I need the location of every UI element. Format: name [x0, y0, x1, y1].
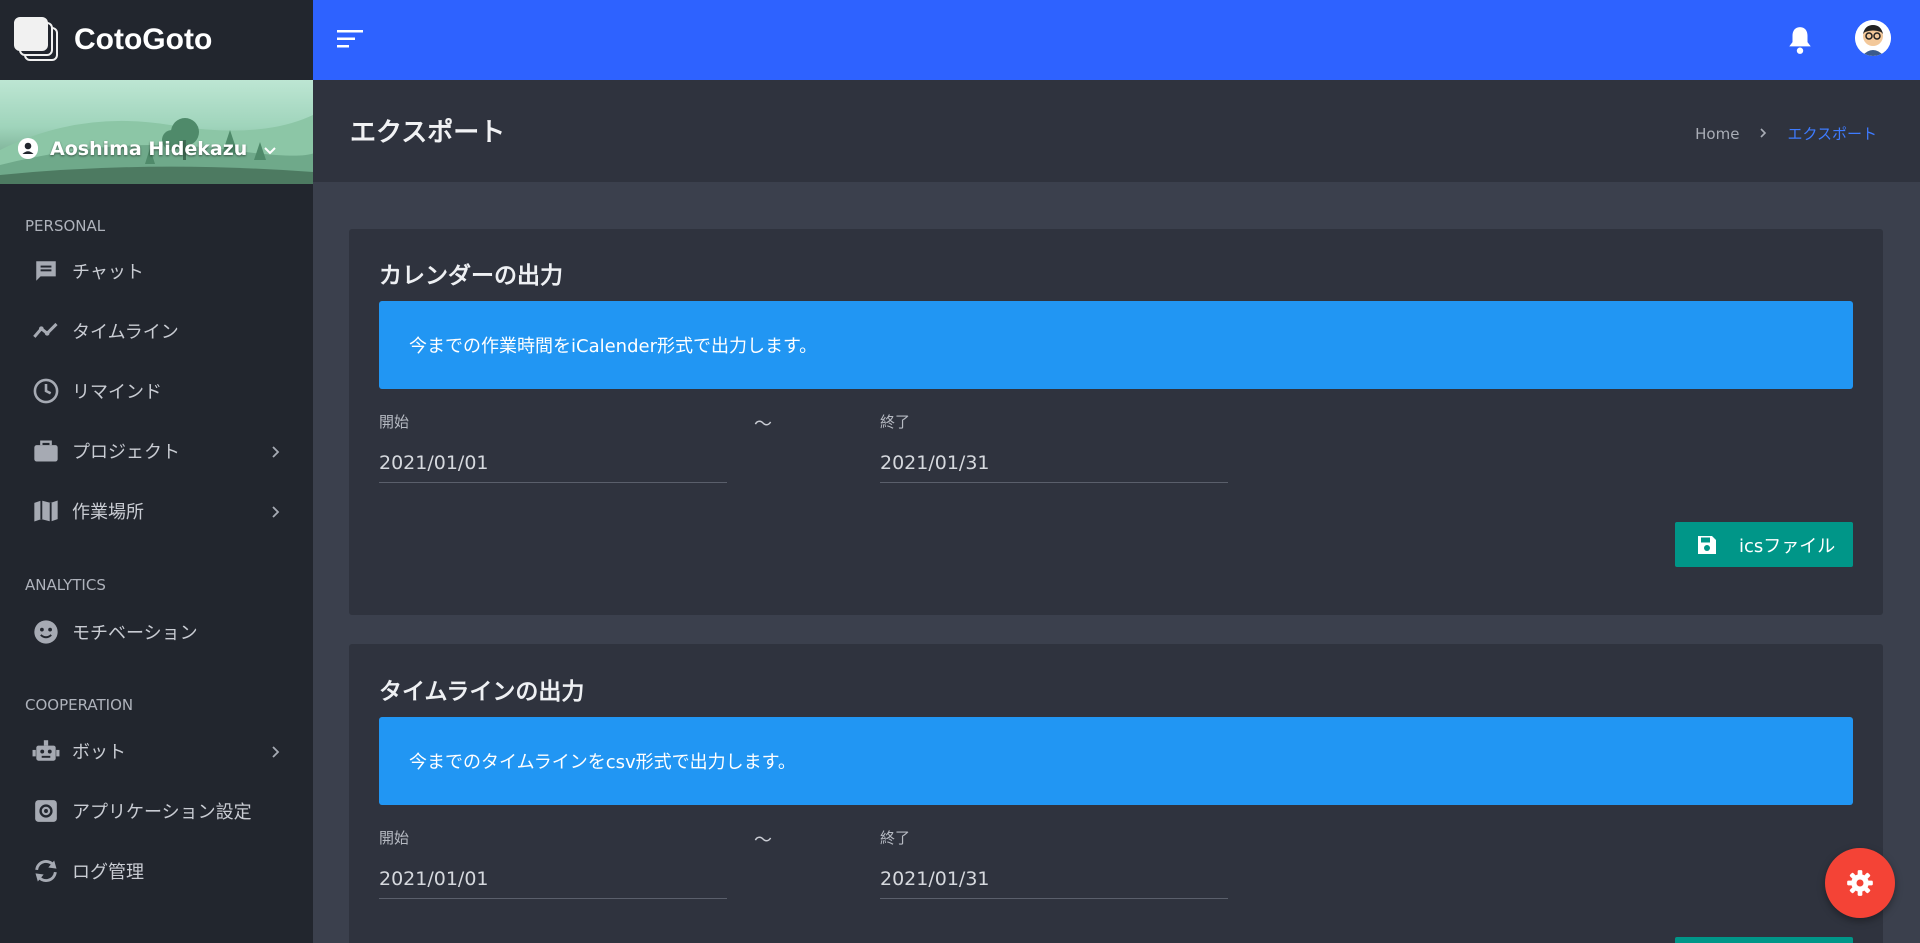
info-alert: 今までの作業時間をiCalender形式で出力します。	[379, 301, 1853, 389]
range-separator: 〜	[754, 830, 772, 851]
nav-section-cooperation: COOPERATION	[25, 696, 134, 714]
topbar	[313, 0, 1920, 80]
robot-icon	[32, 737, 60, 765]
user-name: Aoshima Hidekazu	[50, 138, 248, 160]
start-date-input[interactable]	[379, 443, 727, 483]
sidebar-item-remind[interactable]: リマインド	[0, 367, 313, 415]
sidebar-item-app-settings[interactable]: アプリケーション設定	[0, 787, 313, 835]
avatar[interactable]	[1855, 20, 1891, 56]
start-date-input[interactable]	[379, 859, 727, 899]
calendar-export-card: カレンダーの出力 今までの作業時間をiCalender形式で出力します。 開始 …	[349, 229, 1883, 615]
sidebar-item-label: ログ管理	[72, 862, 144, 883]
app-name: CotoGoto	[74, 23, 213, 56]
start-date-label: 開始	[379, 413, 410, 431]
sidebar-item-label: タイムライン	[72, 322, 179, 343]
nav-section-analytics: ANALYTICS	[25, 576, 106, 594]
nav-section-personal: PERSONAL	[25, 217, 106, 235]
sidebar-item-project[interactable]: プロジェクト	[0, 427, 313, 475]
chevron-right-icon	[268, 444, 282, 463]
card-title: タイムラインの出力	[379, 679, 585, 705]
end-date-input[interactable]	[880, 443, 1228, 483]
chevron-right-icon	[268, 504, 282, 523]
clock-icon	[32, 377, 60, 405]
sidebar: CotoGoto Aoshima Hidekazu PERSONAL チャット …	[0, 0, 313, 943]
card-title: カレンダーの出力	[379, 263, 563, 289]
landscape-illustration	[0, 115, 313, 184]
save-icon	[1697, 535, 1717, 555]
chevron-right-icon	[1757, 125, 1769, 143]
chat-icon	[32, 257, 60, 285]
info-alert: 今までのタイムラインをcsv形式で出力します。	[379, 717, 1853, 805]
sidebar-item-label: アプリケーション設定	[72, 802, 252, 823]
end-date-label: 終了	[880, 829, 911, 847]
breadcrumb-current: エクスポート	[1787, 125, 1877, 143]
face-icon	[32, 618, 60, 646]
settings-fab[interactable]	[1825, 848, 1895, 918]
start-date-label: 開始	[379, 829, 410, 847]
menu-toggle-icon[interactable]	[337, 28, 363, 54]
csv-download-button[interactable]	[1675, 937, 1853, 943]
sync-icon	[32, 857, 60, 885]
sidebar-item-log[interactable]: ログ管理	[0, 847, 313, 895]
sidebar-item-chat[interactable]: チャット	[0, 247, 313, 295]
brand[interactable]: CotoGoto	[0, 0, 313, 80]
sidebar-item-motivation[interactable]: モチベーション	[0, 608, 313, 656]
range-separator: 〜	[754, 414, 772, 435]
timeline-icon	[32, 317, 60, 345]
sidebar-item-label: モチベーション	[72, 623, 198, 644]
page-title: エクスポート	[350, 118, 506, 148]
end-date-label: 終了	[880, 413, 911, 431]
breadcrumb: Home エクスポート	[1695, 123, 1877, 144]
gear-icon	[1846, 869, 1874, 897]
user-banner[interactable]: Aoshima Hidekazu	[0, 80, 313, 184]
sidebar-item-workplace[interactable]: 作業場所	[0, 487, 313, 535]
end-date-input[interactable]	[880, 859, 1228, 899]
button-label: icsファイル	[1739, 535, 1836, 557]
map-icon	[32, 497, 60, 525]
notification-bell-icon[interactable]	[1787, 25, 1813, 59]
sidebar-item-label: チャット	[72, 262, 144, 283]
chevron-right-icon	[268, 744, 282, 763]
user-circle-icon	[18, 138, 38, 159]
app-logo-icon	[14, 17, 60, 63]
page-header: エクスポート Home エクスポート	[313, 80, 1920, 182]
breadcrumb-home[interactable]: Home	[1695, 125, 1739, 143]
briefcase-icon	[32, 437, 60, 465]
timeline-export-card: タイムラインの出力 今までのタイムラインをcsv形式で出力します。 開始 〜 終…	[349, 644, 1883, 943]
sidebar-item-label: プロジェクト	[72, 442, 180, 463]
sidebar-item-bot[interactable]: ボット	[0, 727, 313, 775]
sidebar-item-label: 作業場所	[72, 502, 144, 523]
sidebar-item-label: リマインド	[72, 382, 162, 403]
settings-icon	[32, 797, 60, 825]
sidebar-item-timeline[interactable]: タイムライン	[0, 307, 313, 355]
ics-download-button[interactable]: icsファイル	[1675, 522, 1853, 567]
sidebar-item-label: ボット	[72, 742, 126, 763]
